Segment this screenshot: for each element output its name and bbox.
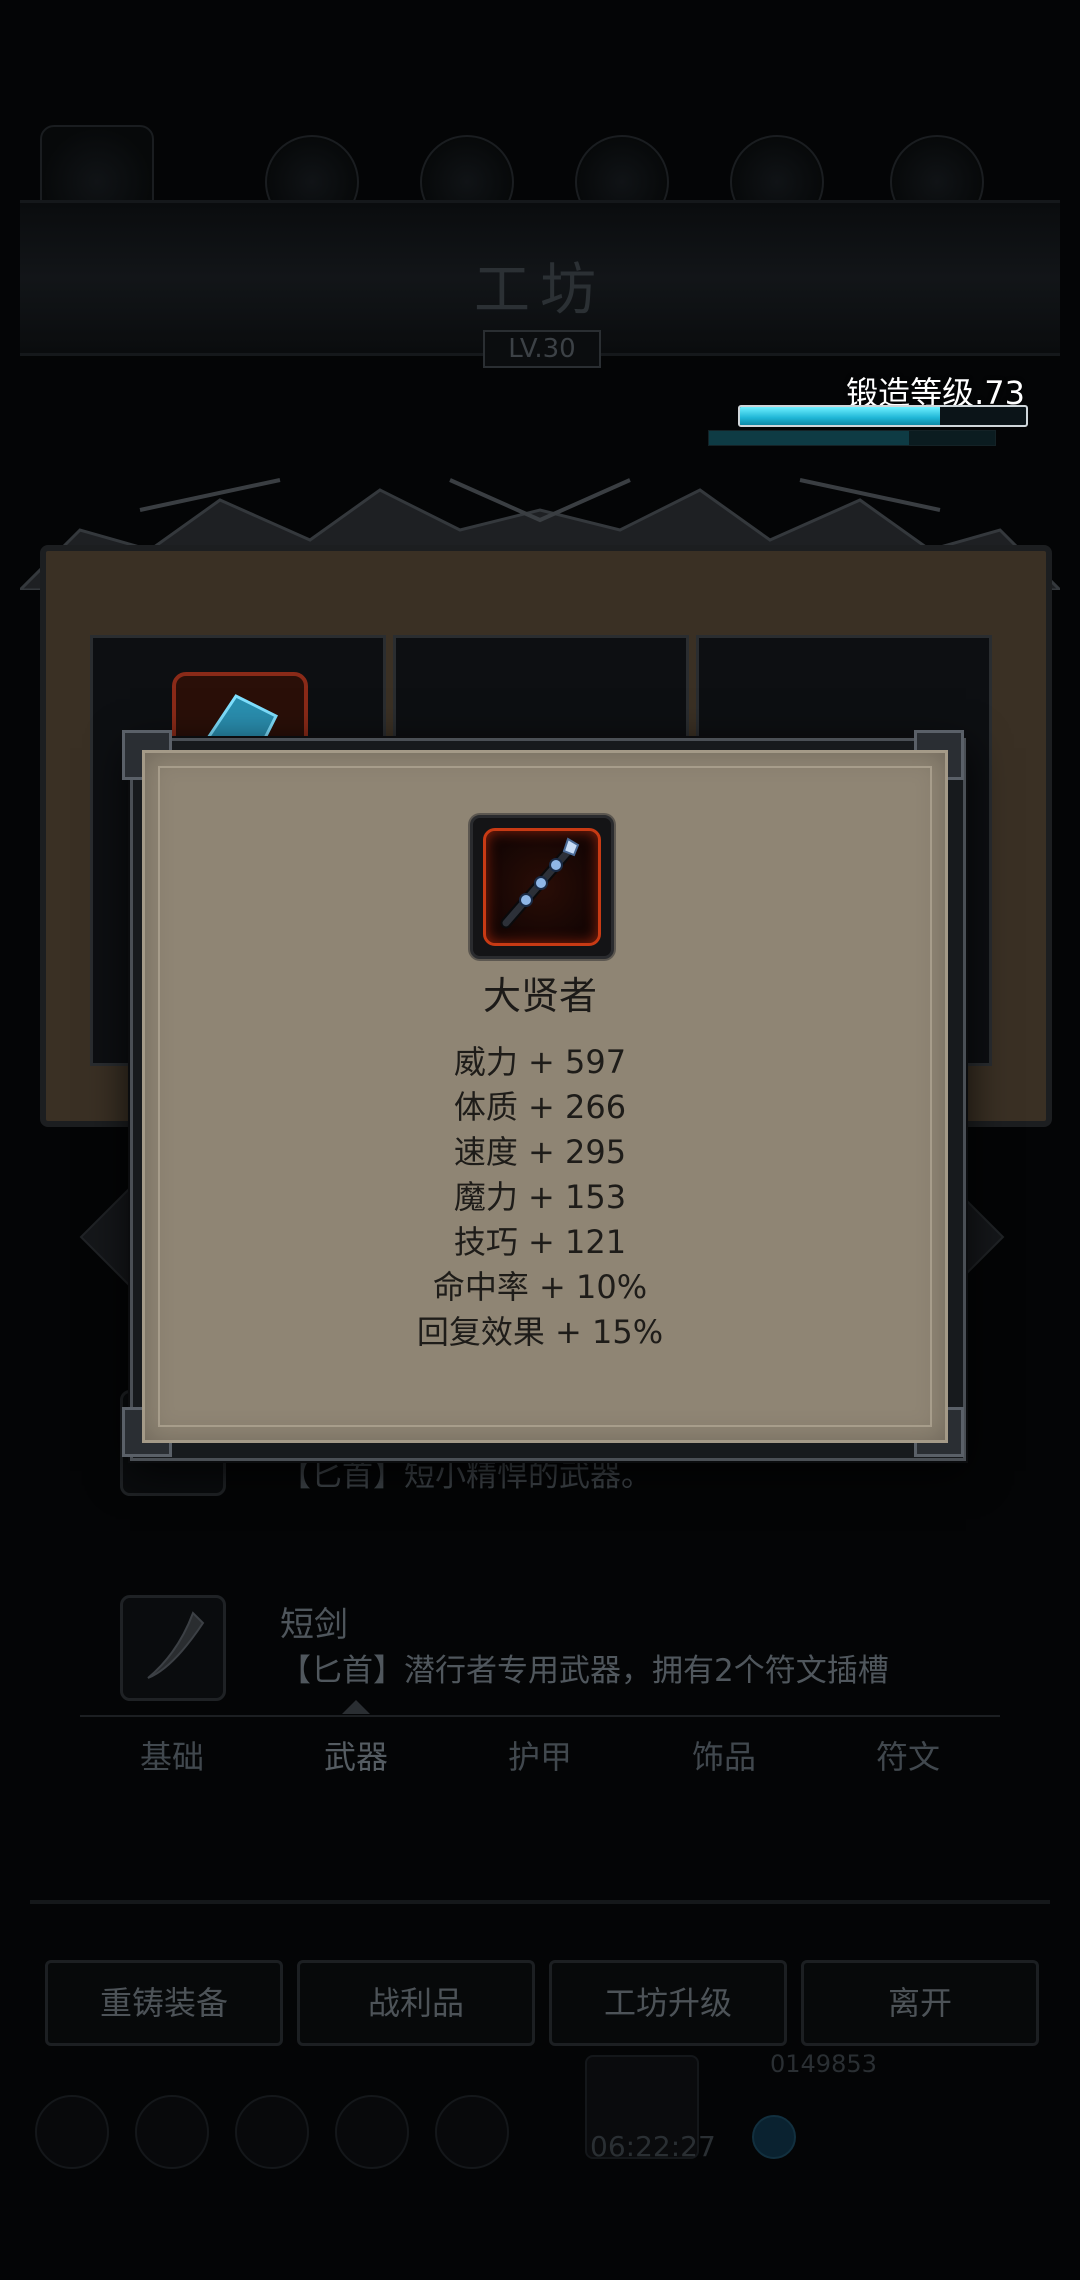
upgrade-workshop-button[interactable]: 工坊升级	[549, 1960, 787, 2046]
tab-basic[interactable]: 基础	[80, 1717, 264, 1797]
stat-skill: 技巧 + 121	[453, 1223, 627, 1261]
tab-weapon[interactable]: 武器	[264, 1717, 448, 1797]
item-icon-frame	[470, 815, 614, 959]
screen: { "workshop": { "title": "工坊", "level": …	[0, 0, 1080, 2280]
bottom-status-bar	[30, 2080, 1050, 2200]
forge-secondary-fill	[709, 431, 910, 445]
page-title: 工坊	[474, 258, 606, 323]
status-icon-1[interactable]	[35, 2095, 109, 2169]
staff-icon	[483, 828, 601, 946]
status-icon-3[interactable]	[235, 2095, 309, 2169]
gold-counter: 0149853	[770, 2050, 877, 2078]
leave-button[interactable]: 离开	[801, 1960, 1039, 2046]
short-sword-thumbnail-icon	[120, 1595, 226, 1701]
bottom-frame	[30, 1820, 1050, 1904]
stat-power: 威力 + 597	[453, 1043, 627, 1081]
forge-secondary-bar	[708, 430, 996, 446]
status-icon-4[interactable]	[335, 2095, 409, 2169]
list-item[interactable]: 短剑 【匕首】潜行者专用武器，拥有2个符文插槽	[95, 1585, 995, 1705]
list-item-name: 短剑	[280, 1605, 348, 1645]
status-icon-5[interactable]	[435, 2095, 509, 2169]
stat-magic: 魔力 + 153	[453, 1178, 627, 1216]
chest-timer: 06:22:27	[590, 2130, 716, 2163]
item-name: 大贤者	[482, 974, 597, 1018]
workshop-level-badge: LV.30	[483, 330, 601, 368]
list-item-description: 【匕首】潜行者专用武器，拥有2个符文插槽	[280, 1653, 889, 1689]
forge-progress-fill	[740, 407, 941, 425]
tab-armor[interactable]: 护甲	[448, 1717, 632, 1797]
gem-icon[interactable]	[752, 2115, 796, 2159]
stat-hit-rate: 命中率 + 10%	[432, 1268, 648, 1306]
reforge-equipment-button[interactable]: 重铸装备	[45, 1960, 283, 2046]
status-icon-2[interactable]	[135, 2095, 209, 2169]
stat-recovery: 回复效果 + 15%	[416, 1313, 664, 1351]
item-stats-list: 威力 + 597 体质 + 266 速度 + 295 魔力 + 153 技巧 +…	[0, 1040, 1080, 1355]
tab-rune[interactable]: 符文	[816, 1717, 1000, 1797]
stat-constitution: 体质 + 266	[453, 1088, 627, 1126]
active-tab-caret	[342, 1700, 370, 1714]
category-tabs: 基础 武器 护甲 饰品 符文	[80, 1715, 1000, 1797]
loot-button[interactable]: 战利品	[297, 1960, 535, 2046]
stat-speed: 速度 + 295	[453, 1133, 627, 1171]
tab-accessory[interactable]: 饰品	[632, 1717, 816, 1797]
forge-progress-bar	[738, 405, 1028, 427]
